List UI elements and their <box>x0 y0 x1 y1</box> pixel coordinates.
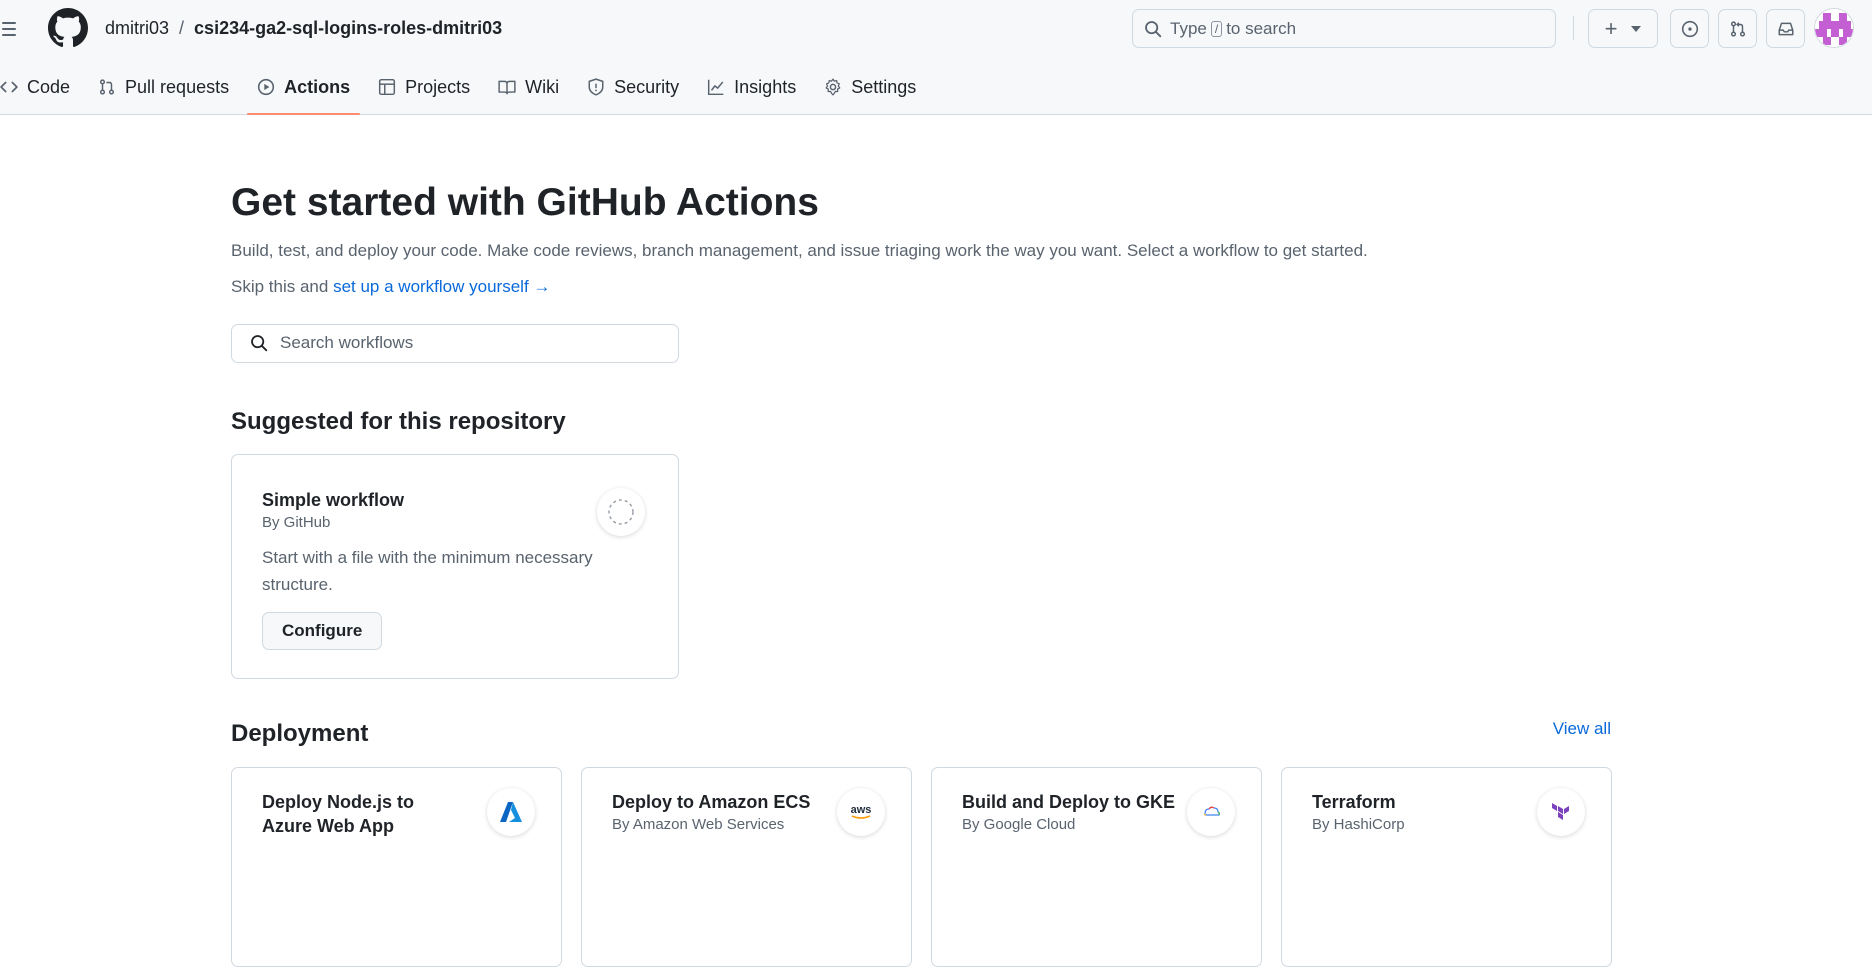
configure-button[interactable]: Configure <box>262 611 383 650</box>
arrow-right-icon: → <box>533 276 551 296</box>
workflow-search-input[interactable]: Search workflows <box>231 323 679 363</box>
tab-code-label: Code <box>27 76 71 97</box>
book-icon <box>498 78 516 96</box>
tab-security-label: Security <box>614 76 680 97</box>
issues-button[interactable] <box>1670 9 1709 48</box>
skip-line: Skip this and set up a workflow yourself… <box>231 277 1611 297</box>
tab-security[interactable]: Security <box>577 72 689 102</box>
breadcrumb-repo[interactable]: csi234-ga2-sql-logins-roles-dmitri03 <box>194 18 502 39</box>
search-icon <box>1144 20 1162 38</box>
gear-icon <box>824 78 842 96</box>
breadcrumb: dmitri03 / csi234-ga2-sql-logins-roles-d… <box>105 18 502 39</box>
simple-workflow-logo <box>597 488 645 536</box>
tab-projects[interactable]: Projects <box>368 72 480 102</box>
page-description: Build, test, and deploy your code. Make … <box>231 240 1368 260</box>
tab-settings[interactable]: Settings <box>814 72 926 102</box>
repo-header: dmitri03 / csi234-ga2-sql-logins-roles-d… <box>0 0 1872 115</box>
tab-pull-requests[interactable]: Pull requests <box>88 72 239 102</box>
tab-insights[interactable]: Insights <box>697 72 806 102</box>
svg-text:aws: aws <box>851 804 872 816</box>
git-pull-request-icon <box>98 78 116 96</box>
tab-pull-requests-label: Pull requests <box>125 76 230 97</box>
graph-icon <box>707 78 725 96</box>
deployment-card: Deploy to Amazon ECS By Amazon Web Servi… <box>581 767 912 967</box>
tab-code[interactable]: Code <box>0 72 80 102</box>
triangle-down-icon <box>1631 25 1642 32</box>
code-icon <box>0 78 18 96</box>
search-shortcut-key: / <box>1210 20 1223 37</box>
pull-requests-button[interactable] <box>1718 9 1757 48</box>
create-new-button[interactable]: + <box>1588 9 1658 48</box>
page-title: Get started with GitHub Actions <box>231 181 819 224</box>
tab-wiki[interactable]: Wiki <box>488 72 569 102</box>
search-icon <box>250 334 268 352</box>
table-icon <box>378 78 396 96</box>
aws-logo-icon: aws <box>837 788 885 836</box>
github-logo-icon[interactable] <box>48 8 88 48</box>
breadcrumb-owner[interactable]: dmitri03 <box>105 18 169 39</box>
git-pull-request-icon <box>1729 20 1747 38</box>
search-suffix: to search <box>1226 18 1297 38</box>
deployment-heading: Deployment <box>231 720 369 747</box>
inbox-icon <box>1777 20 1795 38</box>
issue-opened-icon <box>1681 20 1699 38</box>
workflow-card-description: Start with a file with the minimum neces… <box>262 548 593 594</box>
hamburger-menu-icon[interactable] <box>0 14 22 44</box>
deployment-card: Terraform By HashiCorp <box>1281 767 1612 967</box>
deployment-card: Deploy Node.js to Azure Web App <box>231 767 562 967</box>
workflow-card-title[interactable]: Simple workflow <box>262 488 648 512</box>
tab-wiki-label: Wiki <box>525 76 560 97</box>
search-prefix: Type <box>1170 18 1207 38</box>
skip-prefix: Skip this and <box>231 276 329 296</box>
workflow-search-placeholder: Search workflows <box>280 333 414 353</box>
terraform-logo-icon <box>1537 788 1585 836</box>
workflow-card-author: By GitHub <box>262 514 331 532</box>
tab-actions-label: Actions <box>284 76 351 97</box>
tab-actions[interactable]: Actions <box>247 72 361 115</box>
shield-icon <box>587 78 605 96</box>
actions-onboarding: Get started with GitHub Actions Build, t… <box>231 180 1612 967</box>
suggested-heading: Suggested for this repository <box>231 408 566 435</box>
simple-workflow-card: Simple workflow By GitHub Start with a f… <box>231 454 679 679</box>
azure-logo-icon <box>487 788 535 836</box>
view-all-link[interactable]: View all <box>1553 719 1611 739</box>
play-icon <box>257 78 275 96</box>
setup-workflow-link[interactable]: set up a workflow yourself → <box>333 277 550 296</box>
tab-settings-label: Settings <box>851 76 917 97</box>
inbox-button[interactable] <box>1766 9 1805 48</box>
global-search-input[interactable]: Type / to search <box>1132 9 1556 48</box>
header-divider <box>1573 16 1574 40</box>
repo-tabs: Code Pull requests Actions Projects Wiki… <box>0 72 934 115</box>
google-cloud-logo-icon <box>1187 788 1235 836</box>
user-avatar[interactable] <box>1814 8 1854 48</box>
tab-projects-label: Projects <box>405 76 471 97</box>
tab-insights-label: Insights <box>734 76 797 97</box>
deployment-card: Build and Deploy to GKE By Google Cloud <box>931 767 1262 967</box>
plus-icon: + <box>1604 15 1618 41</box>
breadcrumb-separator: / <box>179 18 185 38</box>
deployment-card-title[interactable]: Deploy Node.js to Azure Web App <box>262 790 462 839</box>
